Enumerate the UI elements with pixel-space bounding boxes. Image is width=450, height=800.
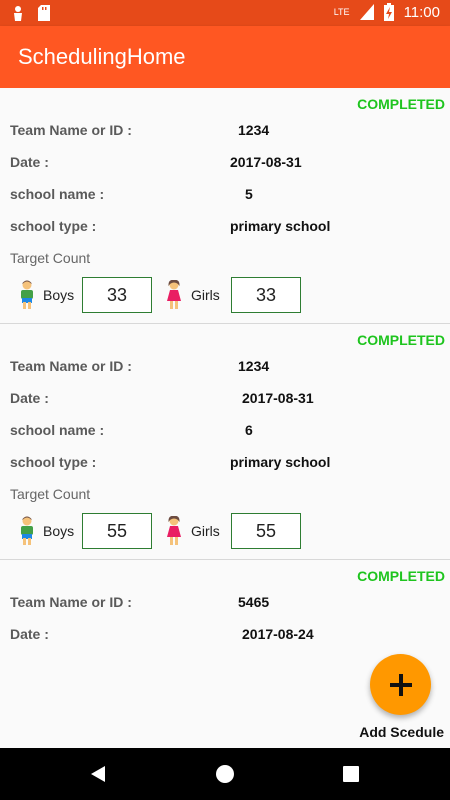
add-schedule-button[interactable]	[370, 654, 431, 715]
girl-icon	[167, 516, 181, 545]
add-schedule-label[interactable]: Add Scedule	[359, 724, 444, 740]
home-button[interactable]	[213, 762, 237, 786]
schedule-list[interactable]: COMPLETED Team Name or ID : 1234 Date : …	[0, 88, 450, 748]
back-triangle-icon	[91, 766, 105, 782]
date-label: Date :	[10, 390, 49, 406]
girls-label: Girls	[191, 287, 220, 303]
school-name-row: school name : 6	[10, 422, 450, 442]
target-count-label: Target Count	[10, 250, 91, 266]
school-name-row: school name : 5	[10, 186, 450, 206]
team-value: 5465	[238, 594, 270, 610]
team-row: Team Name or ID : 1234	[10, 358, 450, 378]
status-label: COMPLETED	[357, 332, 445, 348]
recents-square-icon	[343, 766, 359, 782]
team-row: Team Name or ID : 5465	[10, 594, 450, 614]
boy-icon	[21, 280, 33, 309]
date-row: Date : 2017-08-31	[10, 390, 450, 410]
schedule-card[interactable]: COMPLETED Team Name or ID : 1234 Date : …	[0, 324, 450, 560]
navigation-bar	[0, 748, 450, 800]
date-row: Date : 2017-08-31	[10, 154, 450, 174]
school-name-label: school name :	[10, 422, 105, 438]
school-type-label: school type :	[10, 218, 97, 234]
status-label: COMPLETED	[357, 568, 445, 584]
status-bar: LTE 11:00	[0, 0, 450, 26]
date-value: 2017-08-31	[242, 390, 314, 406]
plus-icon	[389, 673, 412, 696]
school-type-row: school type : primary school	[10, 218, 450, 238]
team-label: Team Name or ID :	[10, 358, 132, 374]
notification-person-icon	[14, 6, 22, 21]
schedule-card[interactable]: COMPLETED Team Name or ID : 1234 Date : …	[0, 88, 450, 324]
battery-charging-icon	[383, 3, 394, 21]
school-name-value: 5	[245, 186, 253, 202]
sd-card-icon	[38, 5, 50, 21]
page-title: SchedulingHome	[18, 44, 186, 69]
team-value: 1234	[238, 358, 270, 374]
schedule-card[interactable]: COMPLETED Team Name or ID : 5465 Date : …	[0, 560, 450, 748]
school-type-value: primary school	[230, 454, 331, 470]
girls-label: Girls	[191, 523, 220, 539]
team-value: 1234	[238, 122, 270, 138]
date-label: Date :	[10, 626, 49, 642]
girls-count[interactable]: 55	[231, 513, 301, 549]
network-type: LTE	[333, 7, 350, 17]
girl-icon	[167, 280, 181, 309]
team-row: Team Name or ID : 1234	[10, 122, 450, 142]
target-counts: Boys 33 Girls 33	[18, 276, 438, 314]
boy-icon	[21, 516, 33, 545]
school-type-row: school type : primary school	[10, 454, 450, 474]
target-count-label: Target Count	[10, 486, 91, 502]
signal-icon	[359, 4, 374, 20]
team-label: Team Name or ID :	[10, 122, 132, 138]
boys-count[interactable]: 55	[82, 513, 152, 549]
girls-count[interactable]: 33	[231, 277, 301, 313]
school-name-label: school name :	[10, 186, 105, 202]
target-counts: Boys 55 Girls 55	[18, 512, 438, 550]
date-value: 2017-08-24	[242, 626, 314, 642]
clock: 11:00	[403, 3, 440, 21]
school-name-value: 6	[245, 422, 253, 438]
team-label: Team Name or ID :	[10, 594, 132, 610]
school-type-label: school type :	[10, 454, 97, 470]
status-label: COMPLETED	[357, 96, 445, 112]
recents-button[interactable]	[339, 762, 363, 786]
app-bar: SchedulingHome	[0, 26, 450, 88]
home-circle-icon	[216, 765, 234, 783]
date-row: Date : 2017-08-24	[10, 626, 450, 646]
back-button[interactable]	[86, 762, 110, 786]
date-value: 2017-08-31	[230, 154, 302, 170]
boys-count[interactable]: 33	[82, 277, 152, 313]
boys-label: Boys	[43, 287, 75, 303]
school-type-value: primary school	[230, 218, 331, 234]
date-label: Date :	[10, 154, 49, 170]
boys-label: Boys	[43, 523, 75, 539]
